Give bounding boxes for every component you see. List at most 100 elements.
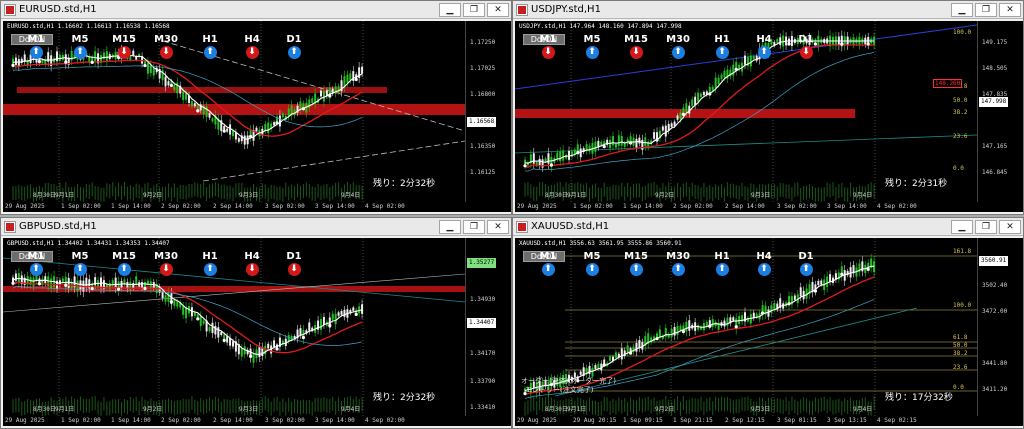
price-chart-area[interactable]: USDJPY.std,H1 147.964 148.160 147.894 14… [515,21,977,202]
time-tick-label: 2 Sep 02:00 [161,203,201,210]
eurusd-chart-window[interactable]: EURUSD.std,H1 ▁ ❐ ✕ EURUSD.std,H1 1.16602 1.… [0,0,512,215]
price-chart-area[interactable]: GBPUSD.std,H1 1.34402 1.34431 1.34353 1.… [3,238,465,416]
title-bar[interactable]: XAUUSD.std,H1 ▁ ❐ ✕ [513,218,1023,236]
trade-annotation: エントリー(注文完了) [525,386,594,394]
time-tick-label: 4 Sep 02:00 [877,203,917,210]
restore-button[interactable]: ❐ [975,3,997,17]
time-tick-label: 29 Aug 2025 [517,417,557,424]
fibonacci-level-label: 100.0 [953,302,972,309]
price-tick-label: 1.33410 [470,404,496,411]
current-price-label: 1.16568 [467,117,497,127]
timeframe-label: M5 [71,251,89,262]
title-bar[interactable]: USDJPY.std,H1 ▁ ❐ ✕ [513,1,1023,19]
timeframe-label: M30 [666,34,690,45]
price-axis[interactable]: 3533.003502.403472.003441.803411.203560.… [977,238,1023,416]
arrow-down-icon: ⬇ [159,263,173,276]
arrow-up-icon: ⬆ [203,46,217,59]
arrow-up-icon: ⬆ [585,46,599,59]
timeframe-signal-m5: M5 ⬆ [577,34,607,59]
timeframe-signal-m1: M1 ⬆ [533,251,563,276]
price-tick-label: 1.16350 [470,143,496,150]
arrow-up-icon: ⬆ [117,263,131,276]
timeframe-label: M5 [583,34,601,45]
timeframe-label: H1 [714,34,730,45]
restore-button[interactable]: ❐ [463,3,485,17]
current-price-label: 3560.91 [979,256,1009,266]
arrow-up-icon: ⬆ [629,263,643,276]
close-button[interactable]: ✕ [999,220,1021,234]
minimize-button[interactable]: ▁ [439,220,461,234]
timeframe-label: M1 [539,251,557,262]
timeframe-signal-m5: M5 ⬆ [65,251,95,276]
timeframe-signal-h1: H1 ⬆ [707,34,737,59]
time-axis[interactable]: 29 Aug 2025 1 Sep 02:00 1 Sep 14:00 2 Sep 0… [3,202,511,212]
fibonacci-level-label: 161.8 [953,248,972,255]
bar-countdown-timer: 残り：2分31秒 [885,179,948,189]
time-tick-label: 3 Sep 13:15 [827,417,867,424]
timeframe-signal-m5: M5 ⬆ [577,251,607,276]
minimize-button[interactable]: ▁ [439,3,461,17]
timeframe-label: M1 [539,34,557,45]
time-tick-label: 1 Sep 02:00 [61,203,101,210]
date-label: 9月4日 [341,192,361,199]
arrow-down-icon: ⬇ [287,263,301,276]
time-tick-label: 1 Sep 09:15 [623,417,663,424]
timeframe-label: H4 [756,34,772,45]
close-button[interactable]: ✕ [487,220,509,234]
timeframe-label: H1 [714,251,730,262]
ma-price-tag: 148.260 [933,79,963,88]
timeframe-label: H4 [244,34,260,45]
current-price-label: 1.34407 [467,318,497,328]
time-tick-label: 29 Aug 2025 [5,203,45,210]
fibonacci-level-label: 38.2 [953,109,968,116]
price-tick-label: 1.16125 [470,169,496,176]
close-button[interactable]: ✕ [999,3,1021,17]
time-tick-label: 4 Sep 02:00 [365,203,405,210]
time-axis[interactable]: 29 Aug 2025 1 Sep 02:00 1 Sep 14:00 2 Sep 0… [515,202,1023,212]
fibonacci-level-label: 23.6 [953,133,968,140]
restore-button[interactable]: ❐ [975,220,997,234]
arrow-up-icon: ⬆ [29,46,43,59]
gbpusd-chart-window[interactable]: GBPUSD.std,H1 ▁ ❐ ✕ GBPUSD.std,H1 1.34402 1.… [0,217,512,429]
close-button[interactable]: ✕ [487,3,509,17]
arrow-up-icon: ⬆ [715,263,729,276]
price-axis[interactable]: 1.34930 1.34170 1.33790 1.33410 1.34407 1.352… [465,238,511,416]
price-tick-label: 149.175 [982,39,1008,46]
time-tick-label: 1 Sep 14:00 [623,203,663,210]
time-tick-label: 29 Aug 2025 [5,417,45,424]
window-title: EURUSD.std,H1 [19,4,97,15]
xauusd-chart-window[interactable]: XAUUSD.std,H1 ▁ ❐ ✕ XAUUSD.std,H1 3556.63 35… [512,217,1024,429]
timeframe-label: M5 [583,251,601,262]
usdjpy-chart-window[interactable]: USDJPY.std,H1 ▁ ❐ ✕ USDJPY.std,H1 147.964 14… [512,0,1024,215]
restore-button[interactable]: ❐ [463,220,485,234]
arrow-down-icon: ⬇ [159,46,173,59]
arrow-up-icon: ⬆ [799,263,813,276]
title-bar[interactable]: GBPUSD.std,H1 ▁ ❐ ✕ [1,218,511,236]
timeframe-signal-m30: M30 ⬇ [151,34,181,59]
time-tick-label: 1 Sep 14:00 [111,203,151,210]
minimize-button[interactable]: ▁ [951,220,973,234]
price-tick-label: 146.845 [982,169,1008,176]
time-tick-label: 3 Sep 02:00 [265,417,305,424]
fibonacci-level-label: 23.6 [953,364,968,371]
arrow-down-icon: ⬇ [117,46,131,59]
price-axis[interactable]: 149.175 148.505 147.835 147.165 146.845 147.9… [977,21,1023,202]
price-tick-label: 1.17025 [470,65,496,72]
minimize-button[interactable]: ▁ [951,3,973,17]
timeframe-signal-d1: D1 ⬇ [279,251,309,276]
price-axis[interactable]: 1.17250 1.17025 1.16800 1.16350 1.16125 1.165… [465,21,511,202]
timeframe-label: H1 [202,251,218,262]
price-chart-area[interactable]: EURUSD.std,H1 1.16602 1.16613 1.16538 1.… [3,21,465,202]
timeframe-label: D1 [286,251,302,262]
timeframe-label: M30 [666,251,690,262]
time-tick-label: 1 Sep 02:00 [573,203,613,210]
time-axis[interactable]: 29 Aug 2025 1 Sep 02:00 1 Sep 14:00 2 Sep 0… [3,416,511,426]
title-bar[interactable]: EURUSD.std,H1 ▁ ❐ ✕ [1,1,511,19]
timeframe-label: M15 [112,34,136,45]
chart-app-icon [517,222,527,232]
time-axis[interactable]: 29 Aug 2025 29 Aug 20:15 1 Sep 09:15 1 Sep … [515,416,1023,426]
arrow-up-icon: ⬆ [715,46,729,59]
price-chart-area[interactable]: XAUUSD.std,H1 3556.63 3561.95 3555.86 35… [515,238,977,416]
timeframe-signal-h1: H1 ⬆ [195,34,225,59]
date-label: 8月30日 [545,406,568,413]
